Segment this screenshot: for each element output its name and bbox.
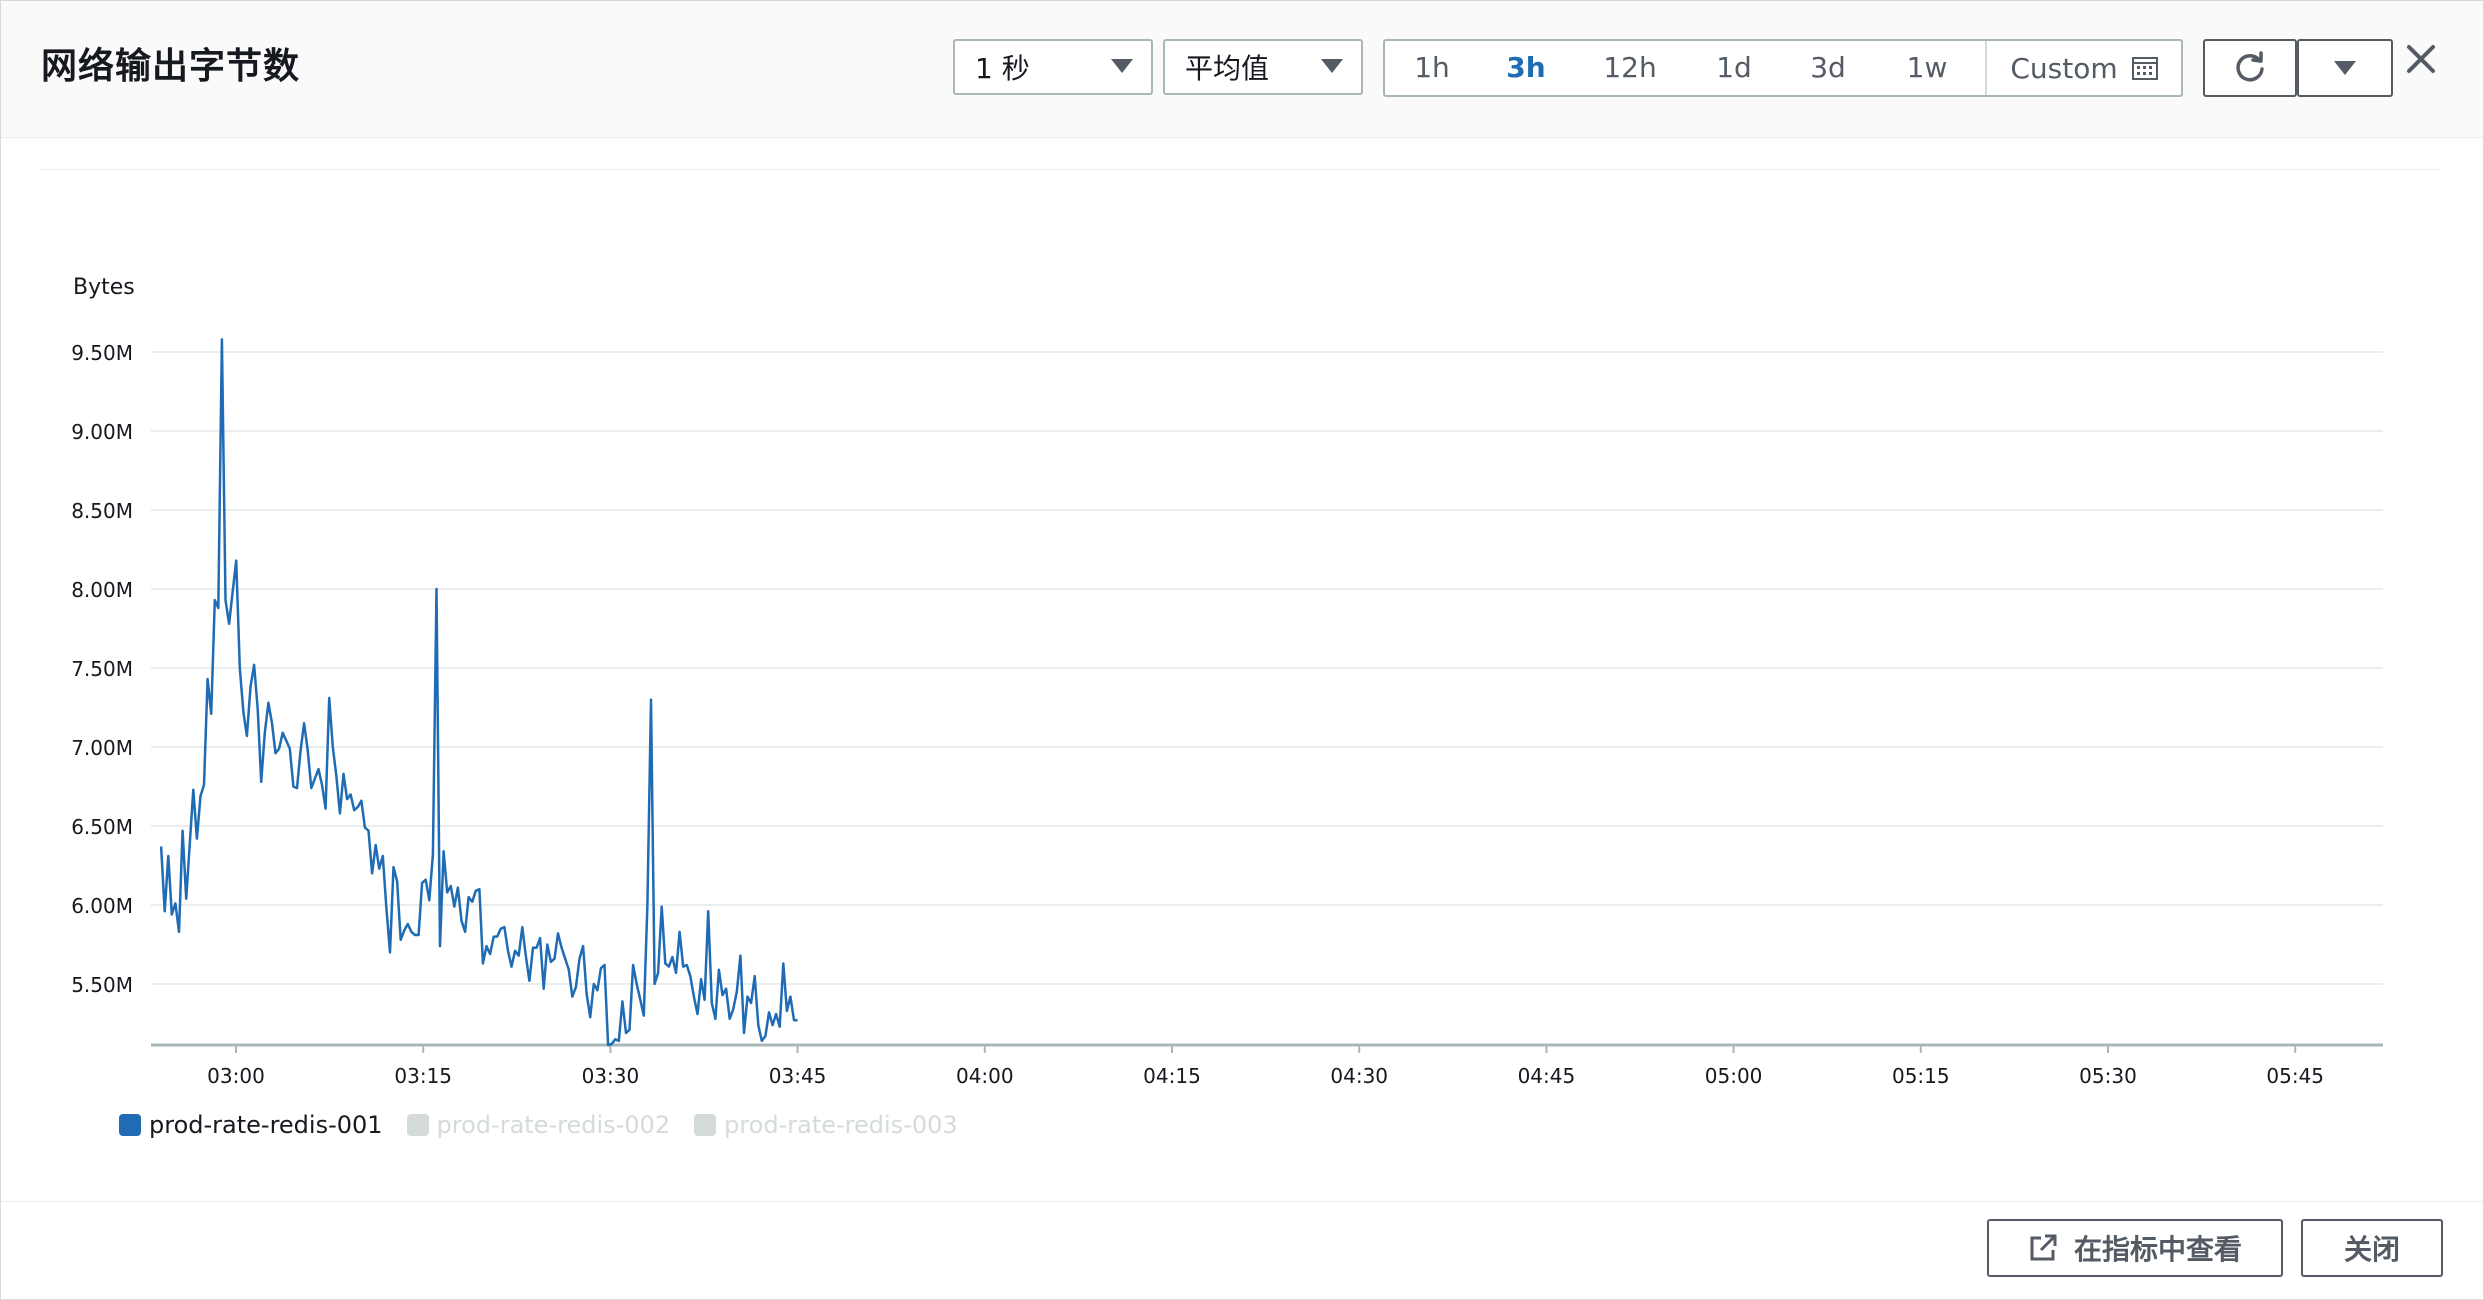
period-select[interactable]: 1 秒: [953, 39, 1153, 95]
legend-swatch: [119, 1114, 141, 1136]
chart-legend: prod-rate-redis-001 prod-rate-redis-002 pr…: [119, 1111, 958, 1139]
y-axis-label: Bytes: [73, 275, 135, 300]
chart-series: [159, 338, 798, 1047]
refresh-button[interactable]: [2203, 39, 2297, 97]
y-tick-label: 7.50M: [71, 657, 133, 681]
actions-dropdown-button[interactable]: [2297, 39, 2393, 97]
x-tick-label: 03:30: [582, 1064, 640, 1088]
y-tick-label: 8.50M: [71, 499, 133, 523]
range-custom-button[interactable]: Custom: [1987, 41, 2181, 95]
close-button[interactable]: 关闭: [2301, 1219, 2443, 1277]
refresh-icon: [2236, 51, 2264, 82]
range-1h[interactable]: 1h: [1385, 41, 1479, 95]
chevron-down-icon: [1321, 59, 1343, 73]
view-in-metrics-button[interactable]: 在指标中查看: [1987, 1219, 2283, 1277]
close-button-label: 关闭: [2343, 1233, 2400, 1266]
divider: [41, 169, 2441, 170]
x-tick-label: 04:15: [1143, 1064, 1201, 1088]
range-12h[interactable]: 12h: [1573, 41, 1687, 95]
x-tick-label: 05:15: [1892, 1064, 1950, 1088]
legend-label: prod-rate-redis-003: [724, 1111, 958, 1139]
legend-swatch: [694, 1114, 717, 1136]
y-tick-label: 9.50M: [71, 341, 133, 365]
legend-label: prod-rate-redis-002: [436, 1111, 671, 1139]
x-tick-label: 03:15: [394, 1064, 452, 1088]
chevron-down-icon: [2334, 61, 2356, 75]
y-tick-label: 9.00M: [71, 420, 133, 444]
y-tick-label: 5.50M: [71, 973, 133, 997]
modal-header: 网络输出字节数 1 秒 平均值 1h 3h 12h 1d 3d 1w Custo…: [1, 1, 2483, 138]
time-range-group: 1h 3h 12h 1d 3d 1w Custom: [1383, 39, 2183, 97]
range-3d[interactable]: 3d: [1781, 41, 1875, 95]
chart-grid: [151, 351, 2383, 1047]
x-tick-label: 04:00: [956, 1064, 1014, 1088]
x-tick-label: 04:45: [1518, 1064, 1576, 1088]
view-in-metrics-label: 在指标中查看: [2073, 1233, 2242, 1266]
modal-title: 网络输出字节数: [41, 46, 301, 87]
y-tick-label: 7.00M: [71, 736, 133, 760]
x-tick-label: 05:45: [2266, 1064, 2324, 1088]
range-1w[interactable]: 1w: [1875, 41, 1979, 95]
calendar-icon: [2131, 57, 2158, 80]
footer-divider: [1, 1201, 2483, 1202]
period-select-value: 1 秒: [975, 52, 1030, 85]
legend-item[interactable]: prod-rate-redis-002: [406, 1111, 671, 1139]
legend-swatch: [406, 1114, 429, 1136]
custom-label: Custom: [2010, 51, 2118, 85]
legend-item[interactable]: prod-rate-redis-003: [694, 1111, 958, 1139]
chevron-down-icon: [1111, 59, 1133, 73]
metric-modal: 网络输出字节数 1 秒 平均值 1h 3h 12h 1d 3d 1w Custo…: [0, 0, 2484, 1300]
y-tick-label: 8.00M: [71, 578, 133, 602]
y-tick-label: 6.00M: [71, 894, 133, 918]
statistic-select-value: 平均值: [1185, 52, 1270, 85]
y-tick-label: 6.50M: [71, 815, 133, 839]
series-line-prod-rate-redis-001: [159, 338, 798, 1047]
x-tick-label: 04:30: [1330, 1064, 1388, 1088]
external-link-icon: [2030, 1234, 2057, 1261]
legend-label: prod-rate-redis-001: [149, 1111, 383, 1139]
statistic-select[interactable]: 平均值: [1163, 39, 1363, 95]
legend-item[interactable]: prod-rate-redis-001: [119, 1111, 383, 1139]
range-3h[interactable]: 3h: [1479, 41, 1573, 95]
x-tick-label: 03:45: [769, 1064, 827, 1088]
range-1d[interactable]: 1d: [1687, 41, 1781, 95]
x-tick-label: 05:30: [2079, 1064, 2137, 1088]
x-axis-ticks: 03:00 03:15 03:30 03:45 04:00 04:15 04:30 04:45…: [207, 1045, 2324, 1088]
close-icon[interactable]: [2403, 41, 2439, 77]
line-chart: Bytes 5.50M 6.00M 6.50M 7.00M 7.50M 8.00M 8.50…: [71, 275, 2383, 1088]
y-axis-ticks: 5.50M 6.00M 6.50M 7.00M 7.50M 8.00M 8.50M 9.00M…: [71, 341, 133, 997]
x-tick-label: 05:00: [1705, 1064, 1763, 1088]
x-tick-label: 03:00: [207, 1064, 265, 1088]
